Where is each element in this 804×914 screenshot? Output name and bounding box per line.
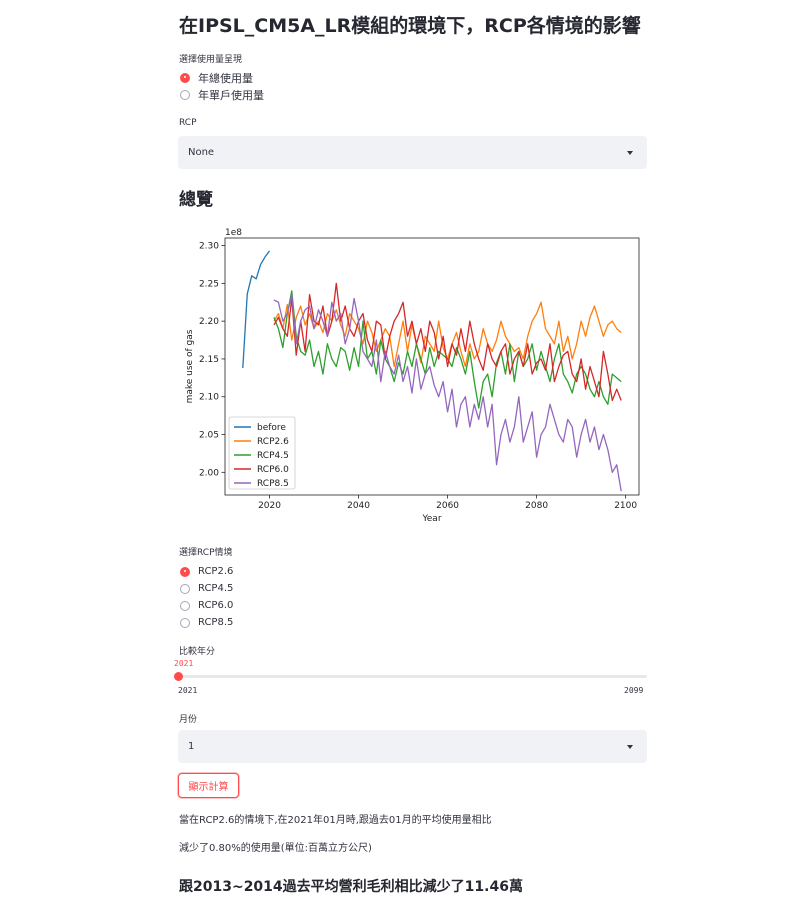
y-tick-label: 2.25 <box>199 279 219 289</box>
result-text-line1: 當在RCP2.6的情境下,在2021年01月時,跟過去01月的平均使用量相比 <box>179 815 492 826</box>
usage-mode-option-household[interactable]: 年單戶使用量 <box>180 86 264 103</box>
month-select[interactable]: 1 <box>178 730 647 763</box>
legend-entry: before <box>257 423 286 433</box>
y-tick-label: 2.05 <box>199 431 219 441</box>
scenario-option-rcp45[interactable]: RCP4.5 <box>180 580 233 597</box>
radio-unselected-icon <box>180 600 190 611</box>
radio-unselected-icon <box>180 583 190 594</box>
y-tick-label: 2.20 <box>199 317 219 327</box>
month-select-value: 1 <box>188 741 195 752</box>
scenario-option-rcp60[interactable]: RCP6.0 <box>180 597 233 614</box>
page-title: 在IPSL_CM5A_LR模組的環境下，RCP各情境的影響 <box>179 15 641 37</box>
year-slider-max: 2099 <box>624 686 644 695</box>
y-tick-label: 2.10 <box>199 393 219 403</box>
chevron-down-icon <box>627 150 633 155</box>
overview-heading: 總覽 <box>179 190 213 210</box>
scenario-radio-group: RCP2.6 RCP4.5 RCP6.0 RCP8.5 <box>180 563 233 631</box>
legend-entry: RCP4.5 <box>257 451 289 461</box>
x-tick-label: 2080 <box>525 501 548 511</box>
scenario-option-label: RCP8.5 <box>198 617 234 628</box>
year-slider-track[interactable] <box>178 675 647 678</box>
rcp-select-label: RCP <box>179 118 197 128</box>
usage-mode-option-label: 年總使用量 <box>198 71 253 85</box>
radio-selected-icon <box>180 72 190 83</box>
y-tick-label: 2.00 <box>199 468 219 478</box>
x-tick-label: 2060 <box>436 501 459 511</box>
x-axis-label: Year <box>421 514 441 524</box>
chevron-down-icon <box>627 744 633 749</box>
scenario-option-label: RCP4.5 <box>198 583 234 594</box>
radio-unselected-icon <box>180 89 190 100</box>
radio-selected-icon <box>180 566 190 577</box>
profit-result-heading: 跟2013~2014過去平均營利毛利相比減少了11.46萬 <box>179 879 523 895</box>
x-tick-label: 2100 <box>614 501 637 511</box>
y-tick-label: 2.15 <box>199 355 219 365</box>
usage-mode-radio-group: 年總使用量 年單戶使用量 <box>180 69 264 103</box>
y-axis-label: make use of gas <box>185 329 195 403</box>
rcp-select-value: None <box>188 147 215 158</box>
year-slider-value: 2021 <box>174 659 194 668</box>
usage-mode-label: 選擇使用量呈現 <box>179 55 243 65</box>
x-tick-label: 2020 <box>258 501 281 511</box>
scenario-option-label: RCP2.6 <box>198 566 234 577</box>
usage-mode-option-total[interactable]: 年總使用量 <box>180 69 264 86</box>
year-slider-label: 比較年分 <box>179 647 216 657</box>
calculate-button[interactable]: 顯示計算 <box>178 773 239 798</box>
legend-entry: RCP2.6 <box>257 437 289 447</box>
y-offset-label: 1e8 <box>225 228 242 238</box>
legend-entry: RCP6.0 <box>257 465 289 475</box>
legend-entry: RCP8.5 <box>257 479 289 489</box>
year-slider-handle[interactable] <box>174 672 183 681</box>
chart-legend: before RCP2.6 RCP4.5 RCP6.0 RCP8.5 <box>228 416 296 490</box>
scenario-label: 選擇RCP情境 <box>179 548 233 558</box>
year-slider-min: 2021 <box>178 686 198 695</box>
y-tick-label: 2.30 <box>199 242 219 252</box>
scenario-option-rcp85[interactable]: RCP8.5 <box>180 614 233 631</box>
rcp-select[interactable]: None <box>178 136 647 169</box>
result-text-line2: 減少了0.80%的使用量(單位:百萬立方公尺) <box>179 843 372 854</box>
month-select-label: 月份 <box>179 715 198 725</box>
radio-unselected-icon <box>180 617 190 628</box>
scenario-option-rcp26[interactable]: RCP2.6 <box>180 563 233 580</box>
x-tick-label: 2040 <box>347 501 370 511</box>
usage-line-chart: 2020 2040 2060 2080 2100 2.00 2.05 2.10 2.15 2.20… <box>185 228 640 524</box>
scenario-option-label: RCP6.0 <box>198 600 234 611</box>
usage-mode-option-label: 年單戶使用量 <box>198 88 264 102</box>
